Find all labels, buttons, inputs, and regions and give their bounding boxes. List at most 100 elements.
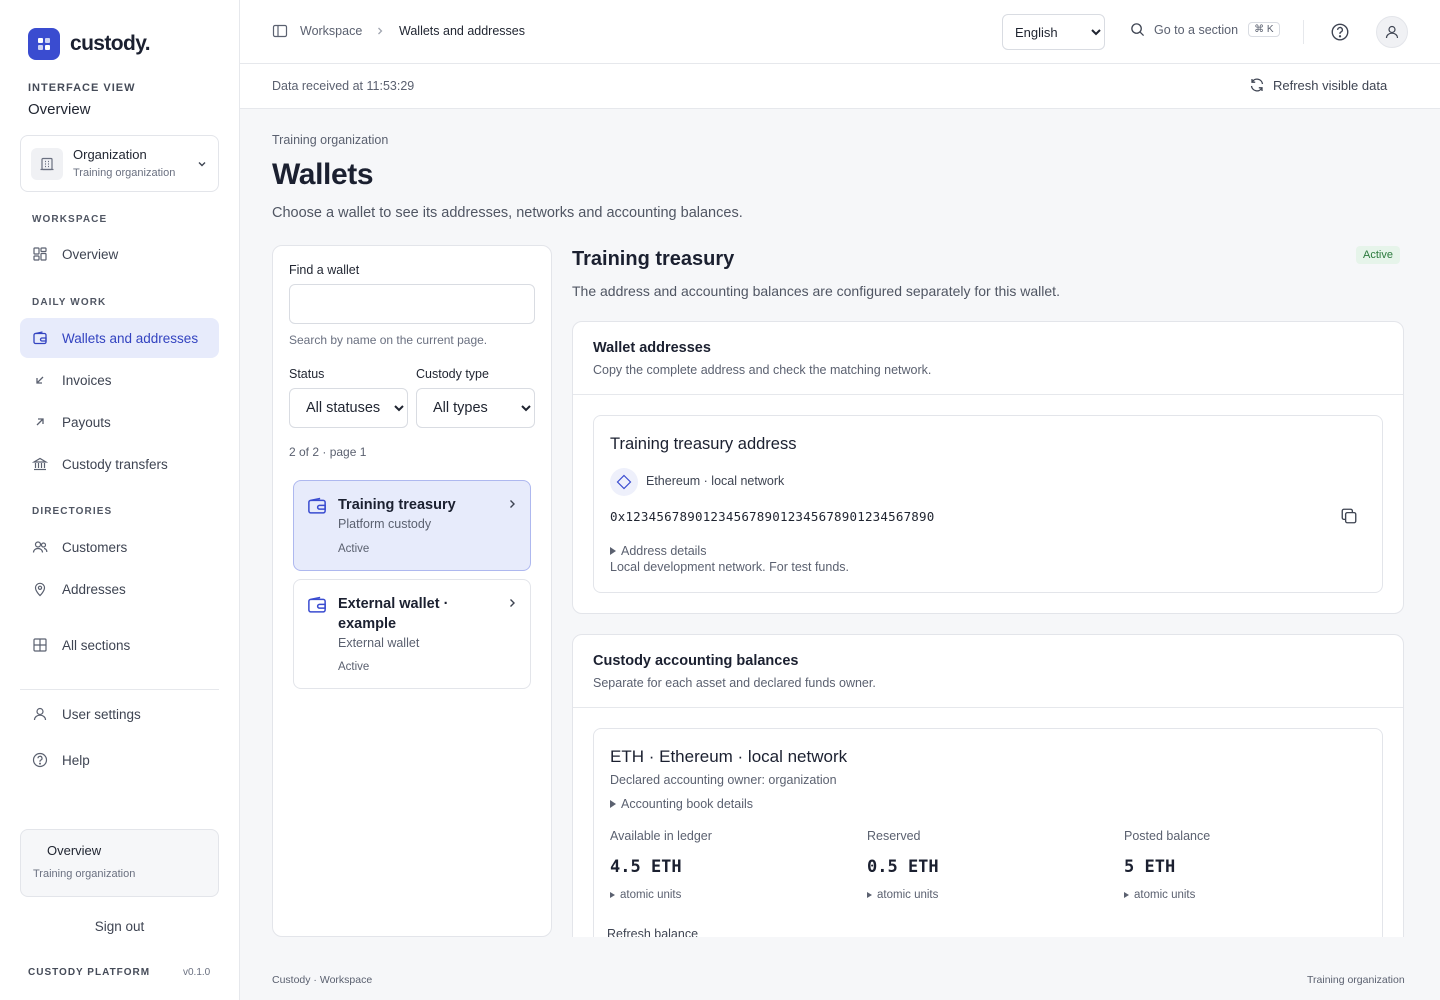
- breadcrumb-chevron-icon: [374, 25, 386, 37]
- chevron-down-icon: [196, 158, 208, 170]
- address-note: Local development network. For test fund…: [610, 560, 850, 574]
- disclosure-triangle-icon: [610, 892, 615, 898]
- disclosure-triangle-icon: [1124, 892, 1129, 898]
- disclosure-triangle-icon: [610, 800, 616, 808]
- atomic-units-label: atomic units: [1134, 889, 1196, 901]
- org-switcher-title: Organization: [73, 146, 147, 162]
- sidebar-item-all-sections[interactable]: All sections: [20, 625, 219, 665]
- topbar: Workspace Wallets and addresses English …: [240, 0, 1440, 64]
- brand[interactable]: custody.: [28, 28, 151, 60]
- refresh-visible-label: Refresh visible data: [1273, 77, 1388, 93]
- sidebar-item-label: Custody transfers: [62, 456, 168, 472]
- atomic-units-label: atomic units: [877, 889, 939, 901]
- version-label: v0.1.0: [183, 967, 211, 978]
- building-icon: [31, 147, 63, 180]
- atomic-units-label: atomic units: [620, 889, 682, 901]
- balance-value: 0.5 ETH: [867, 857, 939, 877]
- wallet-addresses-card: Wallet addresses Copy the complete addre…: [572, 321, 1404, 614]
- balance-label: Reserved: [867, 829, 921, 843]
- sidebar-item-wallets[interactable]: Wallets and addresses: [20, 318, 219, 358]
- sign-out-button[interactable]: Sign out: [20, 919, 219, 934]
- balance-column-available: Available in ledger 4.5 ETH atomic units: [610, 829, 850, 901]
- sidebar-divider: [20, 689, 219, 690]
- balance-item: ETH · Ethereum · local network Declared …: [593, 728, 1383, 937]
- data-received-time: Data received at 11:53:29: [272, 79, 415, 93]
- arrow-up-right-icon: [32, 414, 48, 430]
- refresh-balance-button[interactable]: Refresh balance: [607, 927, 698, 937]
- users-icon: [32, 539, 48, 555]
- user-avatar[interactable]: [1376, 16, 1408, 48]
- sidebar-item-customers[interactable]: Customers: [20, 527, 219, 567]
- sidebar-item-label: User settings: [62, 706, 141, 722]
- sidebar-item-label: Overview: [62, 246, 119, 262]
- help-icon[interactable]: [1330, 22, 1350, 42]
- custody-balances-card: Custody accounting balances Separate for…: [572, 634, 1404, 937]
- context-card-title: Overview: [47, 843, 102, 858]
- bank-icon: [32, 456, 48, 472]
- address-network: Ethereum · local network: [646, 474, 785, 488]
- sidebar-item-label: Invoices: [62, 372, 112, 388]
- copy-icon[interactable]: [1340, 507, 1358, 525]
- help-circle-icon: [32, 752, 48, 768]
- sidebar-item-invoices[interactable]: Invoices: [20, 360, 219, 400]
- card-header: Wallet addresses Copy the complete addre…: [573, 322, 1403, 395]
- refresh-visible-data-button[interactable]: Refresh visible data: [1249, 77, 1387, 93]
- breadcrumb-current: Wallets and addresses: [399, 24, 525, 38]
- ethereum-icon: [610, 468, 638, 496]
- balance-owner: Declared accounting owner: organization: [610, 773, 837, 787]
- disclosure-triangle-icon: [867, 892, 872, 898]
- topbar-divider: [1303, 20, 1304, 44]
- atomic-units-toggle[interactable]: atomic units: [1124, 889, 1364, 901]
- refresh-icon: [1249, 77, 1265, 93]
- sidebar-item-overview[interactable]: Overview: [20, 234, 219, 274]
- card-subtitle: Copy the complete address and check the …: [593, 363, 932, 377]
- sidebar-item-user-settings[interactable]: User settings: [20, 694, 219, 734]
- address-details-toggle[interactable]: Address details: [610, 544, 706, 558]
- wallet-icon: [32, 330, 48, 346]
- atomic-units-toggle[interactable]: atomic units: [610, 889, 850, 901]
- balance-value: 5 ETH: [1124, 857, 1176, 877]
- sidebar-item-addresses[interactable]: Addresses: [20, 569, 219, 609]
- sidebar-item-label: Wallets and addresses: [62, 330, 199, 346]
- language-select[interactable]: English: [1002, 14, 1105, 50]
- section-label-workspace: WORKSPACE: [32, 214, 108, 225]
- accounting-book-label: Accounting book details: [621, 797, 754, 811]
- platform-label: CUSTODY PLATFORM: [28, 967, 151, 978]
- atomic-units-toggle[interactable]: atomic units: [867, 889, 1107, 901]
- goto-section-button[interactable]: Go to a section ⌘ K: [1130, 22, 1280, 37]
- table-grid-icon: [32, 637, 48, 653]
- organization-switcher[interactable]: Organization Training organization: [20, 135, 219, 192]
- balance-asset-title: ETH · Ethereum · local network: [610, 747, 848, 766]
- balance-value: 4.5 ETH: [610, 857, 682, 877]
- context-card[interactable]: Overview Training organization: [20, 829, 219, 897]
- sidebar-item-transfers[interactable]: Custody transfers: [20, 444, 219, 484]
- footer-left: Custody · Workspace: [272, 974, 373, 986]
- user-icon: [32, 706, 48, 722]
- goto-label: Go to a section: [1154, 22, 1239, 37]
- brand-name: custody.: [70, 32, 151, 55]
- grid-icon: [32, 246, 48, 262]
- section-label-daily-work: DAILY WORK: [32, 297, 107, 308]
- sidebar-item-label: Customers: [62, 539, 128, 555]
- detail-scroll-area: Wallet addresses Copy the complete addre…: [240, 109, 1440, 937]
- sidebar-item-label: Help: [62, 752, 90, 768]
- sidebar-item-label: All sections: [62, 637, 131, 653]
- sidebar-item-payouts[interactable]: Payouts: [20, 402, 219, 442]
- data-status-bar: Data received at 11:53:29 Refresh visibl…: [240, 64, 1440, 109]
- address-value[interactable]: 0x12345678901234567890123456789012345678…: [610, 509, 934, 524]
- search-icon: [1130, 22, 1145, 37]
- sidebar-item-help[interactable]: Help: [20, 740, 219, 780]
- balance-column-posted: Posted balance 5 ETH atomic units: [1124, 829, 1364, 901]
- accounting-book-toggle[interactable]: Accounting book details: [610, 797, 753, 811]
- card-subtitle: Separate for each asset and declared fun…: [593, 676, 876, 690]
- user-icon: [1384, 24, 1400, 40]
- card-title: Wallet addresses: [593, 340, 711, 356]
- card-header: Custody accounting balances Separate for…: [573, 635, 1403, 708]
- sidebar-toggle-icon[interactable]: [272, 23, 288, 39]
- breadcrumb-workspace[interactable]: Workspace: [300, 24, 362, 38]
- card-title: Custody accounting balances: [593, 653, 799, 669]
- context-card-subtitle: Training organization: [33, 868, 136, 880]
- balance-label: Available in ledger: [610, 829, 712, 843]
- sidebar: custody. INTERFACE VIEW Overview Organiz…: [0, 0, 240, 1000]
- address-item: Training treasury address Ethereum · loc…: [593, 415, 1383, 593]
